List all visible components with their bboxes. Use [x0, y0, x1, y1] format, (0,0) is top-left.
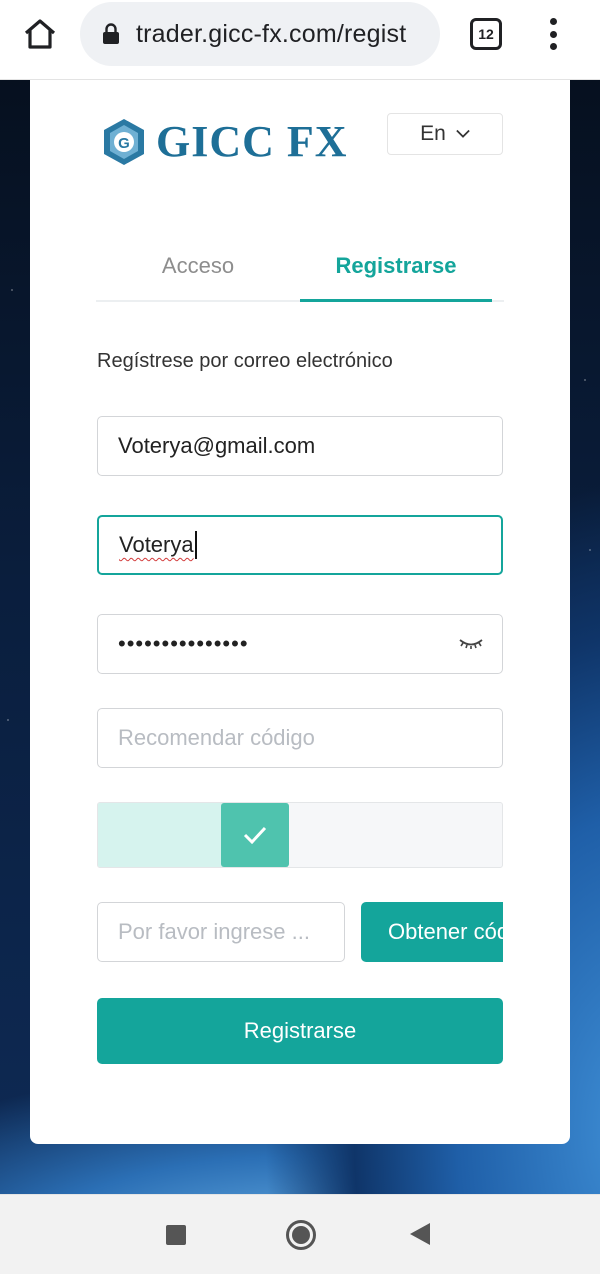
verification-code-input[interactable]: Por favor ingrese ...	[97, 902, 345, 962]
get-code-label: Obtener código	[388, 919, 503, 944]
more-vert-icon[interactable]	[540, 14, 566, 54]
register-button-label: Registrarse	[243, 1018, 357, 1043]
tab-switcher-button[interactable]: 12	[470, 18, 502, 50]
password-field[interactable]: •••••••••••••••	[97, 614, 503, 674]
password-value: •••••••••••••••	[118, 631, 249, 656]
slide-verification[interactable]	[97, 802, 503, 868]
language-label: En	[420, 122, 446, 145]
register-card: G GICC FX En Acceso Registrarse Regístre…	[30, 80, 570, 1144]
email-field[interactable]: Voterya@gmail.com	[97, 416, 503, 476]
recents-icon[interactable]	[166, 1225, 186, 1245]
back-icon[interactable]	[410, 1223, 430, 1245]
slider-handle[interactable]	[221, 803, 289, 867]
language-select[interactable]: En	[387, 113, 503, 155]
username-field[interactable]: Voterya	[97, 515, 503, 575]
tab-register[interactable]: Registrarse	[300, 230, 492, 302]
register-button[interactable]: Registrarse	[97, 998, 503, 1064]
lock-icon	[100, 23, 122, 45]
get-code-button[interactable]: Obtener código	[361, 902, 503, 962]
text-caret	[194, 531, 197, 559]
auth-tabs: Acceso Registrarse	[96, 230, 504, 302]
tab-login[interactable]: Acceso	[96, 230, 300, 302]
username-value: Voterya	[119, 532, 194, 557]
home-circle-icon[interactable]	[286, 1220, 316, 1250]
email-value: Voterya@gmail.com	[118, 433, 316, 458]
form-caption: Regístrese por correo electrónico	[97, 350, 393, 372]
referral-code-field[interactable]: Recomendar código	[97, 708, 503, 768]
verification-code-placeholder: Por favor ingrese ...	[118, 919, 310, 944]
url-text: trader.gicc-fx.com/regist	[136, 19, 407, 48]
eye-closed-icon[interactable]	[458, 635, 484, 653]
system-nav-bar	[0, 1194, 600, 1274]
brand-logo: G GICC FX	[100, 116, 348, 167]
referral-placeholder: Recomendar código	[118, 725, 315, 750]
svg-text:G: G	[118, 135, 130, 152]
logo-mark-icon: G	[104, 118, 144, 165]
active-tab-indicator	[300, 299, 492, 302]
home-button[interactable]	[22, 16, 58, 52]
check-icon	[243, 826, 267, 844]
chevron-down-icon	[456, 127, 470, 141]
brand-name: GICC FX	[156, 117, 348, 166]
browser-toolbar: trader.gicc-fx.com/regist 12	[0, 0, 600, 80]
address-bar[interactable]: trader.gicc-fx.com/regist	[80, 2, 440, 66]
home-icon	[24, 19, 56, 49]
